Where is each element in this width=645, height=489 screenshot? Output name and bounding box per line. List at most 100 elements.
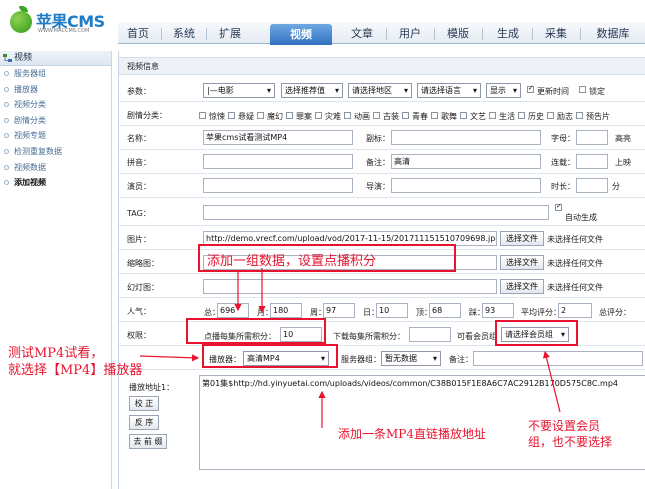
sidebar-item-label: 视频数据 xyxy=(14,162,46,172)
duration-input[interactable] xyxy=(576,178,608,193)
genre-checkbox[interactable] xyxy=(460,112,467,119)
type-select[interactable]: |—电影 xyxy=(203,83,275,98)
genre-checkbox[interactable] xyxy=(228,112,235,119)
params-label: 参数： xyxy=(127,87,151,96)
header: 苹果CMS WWW.MACCMS.COM 首页 系统 扩展 视频 文章 用户 模… xyxy=(0,0,645,45)
genre-checkbox[interactable] xyxy=(518,112,525,119)
director-input[interactable] xyxy=(391,178,541,193)
thumbnail-choose-file-button[interactable]: 选择文件 xyxy=(500,255,544,270)
genre-checkbox[interactable] xyxy=(489,112,496,119)
pinyin-label: 拼音： xyxy=(127,158,151,167)
bullet-icon xyxy=(4,86,9,92)
serial-input[interactable] xyxy=(576,154,608,169)
sidebar-item-video-data[interactable]: 视频数据 xyxy=(0,160,111,176)
genre-checkbox[interactable] xyxy=(315,112,322,119)
reverse-button[interactable]: 反 序 xyxy=(129,415,159,430)
slide-choose-file-button[interactable]: 选择文件 xyxy=(500,279,544,294)
display-select[interactable]: 显示 xyxy=(486,83,521,98)
recommend-select[interactable]: 选择推荐值 xyxy=(281,83,343,98)
avg-score-label: 平均评分： xyxy=(521,308,561,317)
bullet-icon xyxy=(4,164,9,170)
server-group-label: 服务器组： xyxy=(341,355,381,364)
tab-home[interactable]: 首页 xyxy=(118,22,158,44)
tab-template[interactable]: 模版 xyxy=(440,22,476,44)
sidebar-item-label: 视频专题 xyxy=(14,131,46,141)
genre-checkbox[interactable] xyxy=(431,112,438,119)
picture-file-status: 未选择任何文件 xyxy=(547,235,603,244)
apple-logo-icon xyxy=(10,11,32,33)
total-input[interactable]: 696 xyxy=(217,303,249,318)
pinyin-row: 拼音： 备注： 高清 连载： 上映 xyxy=(119,150,645,174)
tab-video[interactable]: 视频 xyxy=(270,24,332,45)
auto-generate-checkbox[interactable] xyxy=(555,202,562,211)
tag-input[interactable] xyxy=(203,205,549,220)
sidebar-header[interactable]: 视频 xyxy=(0,51,111,66)
lock-checkbox[interactable] xyxy=(579,86,586,93)
online-label: 上映 xyxy=(615,158,631,167)
genre-label: 历史 xyxy=(528,112,544,121)
bullet-icon xyxy=(4,102,9,108)
genre-checkbox[interactable] xyxy=(402,112,409,119)
picture-label: 图片： xyxy=(127,235,151,244)
tab-system[interactable]: 系统 xyxy=(164,22,204,44)
sidebar-item-video-topic[interactable]: 视频专题 xyxy=(0,128,111,144)
annotation-add-points: 添加一组数据，设置点播积分 xyxy=(207,254,377,269)
genre-checkbox[interactable] xyxy=(344,112,351,119)
highlight-label: 高亮 xyxy=(615,134,631,143)
language-select[interactable]: 请选择语言 xyxy=(417,83,481,98)
note-input[interactable]: 高清 xyxy=(391,154,541,169)
download-points-input[interactable] xyxy=(409,327,451,342)
genre-label: 励志 xyxy=(557,112,573,121)
genre-checkbox[interactable] xyxy=(547,112,554,119)
correct-button[interactable]: 校 正 xyxy=(129,396,159,411)
name-input[interactable]: 苹果cms试看测试MP4 xyxy=(203,130,353,145)
actor-input[interactable] xyxy=(203,178,353,193)
logo[interactable]: 苹果CMS WWW.MACCMS.COM xyxy=(4,6,116,38)
letter-input[interactable] xyxy=(576,130,608,145)
avg-score-input[interactable]: 2 xyxy=(558,303,592,318)
genre-label: 惊悚 xyxy=(209,112,225,121)
sidebar-item-server-group[interactable]: 服务器组 xyxy=(0,66,111,82)
sidebar-item-video-category[interactable]: 视频分类 xyxy=(0,97,111,113)
pinyin-input[interactable] xyxy=(203,154,353,169)
genre-checkbox[interactable] xyxy=(576,112,583,119)
tab-article[interactable]: 文章 xyxy=(344,22,380,44)
server-group-select[interactable]: 暂无数据 xyxy=(381,351,441,366)
week-input[interactable]: 97 xyxy=(323,303,355,318)
tab-database[interactable]: 数据库 xyxy=(588,22,638,44)
genre-label: 歌舞 xyxy=(441,112,457,121)
slide-row: 幻灯图： 选择文件 未选择任何文件 xyxy=(119,274,645,298)
genre-label: 动画 xyxy=(354,112,370,121)
genre-label: 生活 xyxy=(499,112,515,121)
sidebar-item-check-duplicates[interactable]: 检测重复数据 xyxy=(0,144,111,160)
up-input[interactable]: 68 xyxy=(429,303,461,318)
remove-prefix-button[interactable]: 去 前 缀 xyxy=(129,434,167,449)
month-input[interactable]: 180 xyxy=(270,303,302,318)
tab-extend[interactable]: 扩展 xyxy=(210,22,250,44)
tab-collect[interactable]: 采集 xyxy=(538,22,574,44)
genre-checkbox[interactable] xyxy=(257,112,264,119)
picture-choose-file-button[interactable]: 选择文件 xyxy=(500,231,544,246)
sidebar-item-add-video[interactable]: 添加视频 xyxy=(0,175,111,191)
player-row: 播放器： 高清MP4 服务器组： 暂无数据 备注： xyxy=(119,346,645,370)
update-time-checkbox[interactable] xyxy=(527,84,534,93)
day-input[interactable]: 10 xyxy=(376,303,408,318)
player-note-input[interactable] xyxy=(473,351,643,366)
slide-url-input[interactable] xyxy=(203,279,497,294)
down-input[interactable]: 93 xyxy=(482,303,514,318)
sidebar-item-label: 视频分类 xyxy=(14,100,46,110)
genre-checkbox[interactable] xyxy=(373,112,380,119)
sidebar-item-player[interactable]: 播放器 xyxy=(0,82,111,98)
sidebar-item-genre-category[interactable]: 剧情分类 xyxy=(0,113,111,129)
bullet-icon xyxy=(4,71,9,76)
tab-generate[interactable]: 生成 xyxy=(490,22,526,44)
region-select[interactable]: 请选择地区 xyxy=(348,83,412,98)
tab-user[interactable]: 用户 xyxy=(392,22,428,44)
genre-checkbox[interactable] xyxy=(286,112,293,119)
bullet-icon xyxy=(4,148,9,154)
annotation-box-player xyxy=(202,344,338,368)
genre-checkbox[interactable] xyxy=(199,112,206,119)
subtitle-input[interactable] xyxy=(391,130,541,145)
nav-divider xyxy=(206,28,207,40)
nav-divider xyxy=(434,28,435,40)
